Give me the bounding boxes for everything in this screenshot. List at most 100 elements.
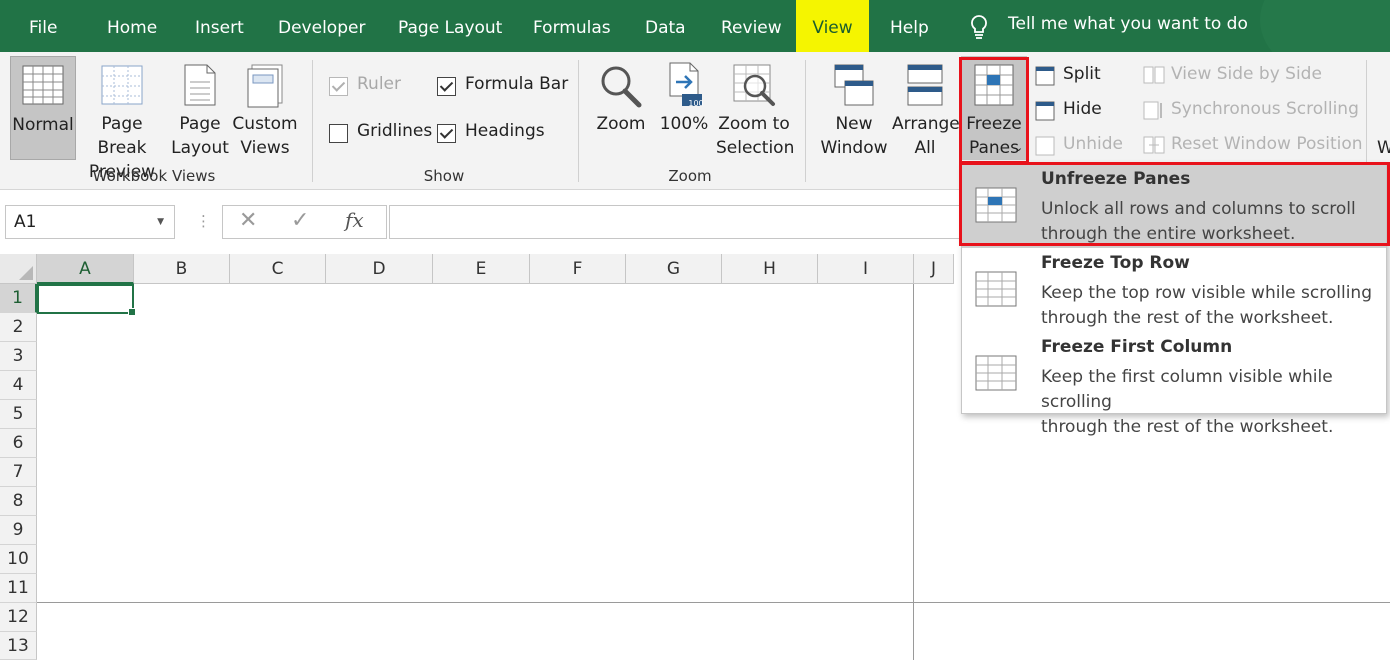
page-break-icon xyxy=(101,65,143,105)
cancel-icon[interactable]: ✕ xyxy=(239,208,257,233)
ruler-label: Ruler xyxy=(357,74,401,94)
headings-label: Headings xyxy=(465,121,545,141)
freeze-pane-vertical-line xyxy=(913,284,914,660)
formula-bar-label: Formula Bar xyxy=(465,74,569,94)
gridlines-label: Gridlines xyxy=(357,121,433,141)
active-cell-a1[interactable] xyxy=(37,284,136,316)
normal-view-label: Normal xyxy=(12,115,74,135)
synchronous-scrolling-label: Synchronous Scrolling xyxy=(1171,99,1359,119)
zoom-to-selection-button[interactable]: Zoom to Selection xyxy=(716,56,795,160)
custom-views-icon xyxy=(247,64,283,108)
column-header-f[interactable]: F xyxy=(530,254,626,284)
freeze-top-row-icon xyxy=(975,271,1017,307)
column-header-a[interactable]: A xyxy=(37,254,134,284)
view-side-by-side-label: View Side by Side xyxy=(1171,64,1322,84)
name-box-dropdown-icon[interactable]: ▼ xyxy=(157,206,164,238)
zoom-selection-label: Zoom to Selection xyxy=(716,114,795,158)
page-layout-view-button[interactable]: Page Layout xyxy=(170,56,230,160)
enter-icon[interactable]: ✓ xyxy=(291,208,309,233)
name-box[interactable]: A1 ▼ xyxy=(5,205,175,239)
tab-insert[interactable]: Insert xyxy=(195,0,244,52)
menu-item-freeze-first-column[interactable]: Freeze First Column Keep the first colum… xyxy=(962,332,1386,437)
column-header-h[interactable]: H xyxy=(722,254,818,284)
row-header-8[interactable]: 8 xyxy=(0,487,37,516)
menu-item-freeze-top-row[interactable]: Freeze Top Row Keep the top row visible … xyxy=(962,248,1386,332)
magnifier-icon xyxy=(601,66,642,108)
tab-page-layout[interactable]: Page Layout xyxy=(398,0,502,52)
tab-home[interactable]: Home xyxy=(107,0,157,52)
freeze-top-row-description: Keep the top row visible while scrolling… xyxy=(1041,283,1372,328)
column-header-d[interactable]: D xyxy=(326,254,433,284)
arrange-all-icon xyxy=(907,64,943,106)
hide-window-icon xyxy=(1035,101,1055,121)
row-header-6[interactable]: 6 xyxy=(0,429,37,458)
ribbon-separator xyxy=(805,60,806,182)
column-header-c[interactable]: C xyxy=(230,254,326,284)
split-icon xyxy=(1035,66,1055,86)
row-header-13[interactable]: 13 xyxy=(0,632,37,660)
freeze-pane-horizontal-line xyxy=(37,602,1390,603)
formula-bar-check-box xyxy=(437,77,456,96)
row-header-9[interactable]: 9 xyxy=(0,516,37,545)
normal-view-icon xyxy=(22,65,64,105)
tab-data[interactable]: Data xyxy=(645,0,686,52)
insert-function-icon[interactable]: fx xyxy=(345,208,364,232)
row-header-1[interactable]: 1 xyxy=(0,284,37,313)
row-header-7[interactable]: 7 xyxy=(0,458,37,487)
name-box-value: A1 xyxy=(14,212,37,232)
side-by-side-icon xyxy=(1143,66,1165,84)
tab-file[interactable]: File xyxy=(29,0,57,52)
row-header-10[interactable]: 10 xyxy=(0,545,37,574)
gridlines-check-box xyxy=(329,124,348,143)
zoom-selection-icon xyxy=(733,64,775,106)
freeze-panes-callout xyxy=(959,57,1029,164)
tab-review[interactable]: Review xyxy=(721,0,782,52)
row-header-12[interactable]: 12 xyxy=(0,603,37,632)
zoom-button[interactable]: Zoom xyxy=(592,56,650,160)
hide-label: Hide xyxy=(1063,99,1102,119)
ribbon-separator xyxy=(578,60,579,182)
select-all-button[interactable] xyxy=(0,254,37,284)
page-layout-icon xyxy=(184,64,216,106)
tab-developer[interactable]: Developer xyxy=(278,0,365,52)
row-header-2[interactable]: 2 xyxy=(0,313,37,342)
custom-views-button[interactable]: Custom Views xyxy=(232,56,298,160)
lightbulb-icon xyxy=(971,15,987,39)
switch-windows-button[interactable]: W xyxy=(1377,138,1390,158)
zoom-100-badge: 100 xyxy=(688,99,704,108)
column-header-g[interactable]: G xyxy=(626,254,722,284)
arrange-all-button[interactable]: Arrange All xyxy=(892,56,960,160)
row-header-4[interactable]: 4 xyxy=(0,371,37,400)
reset-window-label: Reset Window Position xyxy=(1171,134,1363,154)
ribbon-separator xyxy=(312,60,313,182)
freeze-first-column-icon xyxy=(975,355,1017,391)
column-header-i[interactable]: I xyxy=(818,254,914,284)
unhide-label: Unhide xyxy=(1063,134,1123,154)
new-window-label: New Window xyxy=(820,114,888,158)
page-break-preview-button[interactable]: Page Break Preview xyxy=(78,56,166,182)
new-window-button[interactable]: New Window xyxy=(818,56,890,160)
reset-window-icon xyxy=(1143,136,1165,154)
row-header-3[interactable]: 3 xyxy=(0,342,37,371)
formula-bar-grip-icon[interactable]: ⋮ xyxy=(196,212,211,230)
column-header-e[interactable]: E xyxy=(433,254,530,284)
zoom-100-button[interactable]: 100 100% xyxy=(656,56,712,160)
column-header-j[interactable]: J xyxy=(914,254,954,284)
freeze-first-column-description: Keep the first column visible while scro… xyxy=(1041,367,1334,437)
tell-me-text: Tell me what you want to do xyxy=(1008,14,1248,34)
tab-view[interactable]: View xyxy=(796,0,869,52)
zoom-100-label: 100% xyxy=(659,114,709,134)
tab-formulas[interactable]: Formulas xyxy=(533,0,611,52)
formula-buttons: ✕ ✓ fx xyxy=(222,205,387,239)
new-window-icon xyxy=(834,64,874,106)
row-header-5[interactable]: 5 xyxy=(0,400,37,429)
ruler-check-box xyxy=(329,77,348,96)
zoom-group-label: Zoom xyxy=(668,167,712,185)
freeze-top-row-title: Freeze Top Row xyxy=(1041,253,1190,273)
headings-check-box xyxy=(437,124,456,143)
normal-view-button[interactable]: Normal xyxy=(10,56,76,160)
row-header-11[interactable]: 11 xyxy=(0,574,37,603)
column-header-b[interactable]: B xyxy=(134,254,230,284)
tab-help[interactable]: Help xyxy=(890,0,929,52)
decorative-leaf xyxy=(1260,0,1390,56)
